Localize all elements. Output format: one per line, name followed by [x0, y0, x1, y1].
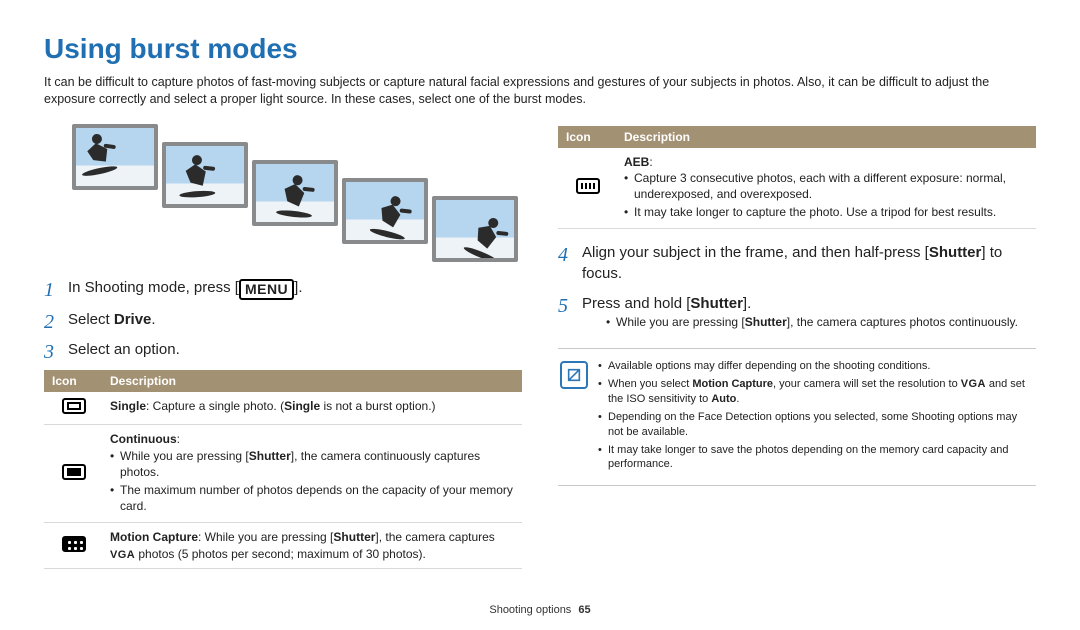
vga-label: VGA — [110, 548, 135, 563]
table-row: Motion Capture: While you are pressing [… — [44, 523, 522, 569]
step-3: Select an option. — [44, 340, 522, 360]
th-icon: Icon — [558, 126, 616, 148]
step-4: Align your subject in the frame, and the… — [558, 243, 1036, 284]
aeb-mode-icon — [576, 178, 600, 194]
options-table-left: Icon Description Single: Capture a singl… — [44, 370, 522, 569]
note-icon — [560, 361, 588, 389]
vga-label: VGA — [961, 377, 986, 392]
th-desc: Description — [616, 126, 1036, 148]
step-2: Select Drive. — [44, 310, 522, 330]
steps-left: In Shooting mode, press [MENU]. Select D… — [44, 278, 522, 361]
menu-button-icon: MENU — [239, 279, 294, 300]
step-5: Press and hold [Shutter]. While you are … — [558, 294, 1036, 330]
step-1: In Shooting mode, press [MENU]. — [44, 278, 522, 300]
th-icon: Icon — [44, 370, 102, 392]
table-row: Single: Capture a single photo. (Single … — [44, 392, 522, 425]
burst-illustration — [72, 124, 522, 262]
table-row: Continuous: While you are pressing [Shut… — [44, 425, 522, 523]
right-column: Icon Description AEB: Capture 3 consecut… — [558, 122, 1036, 570]
left-column: In Shooting mode, press [MENU]. Select D… — [44, 122, 522, 570]
snowboarder-icon — [450, 202, 515, 262]
intro-text: It can be difficult to capture photos of… — [44, 74, 1036, 108]
steps-right: Align your subject in the frame, and the… — [558, 243, 1036, 330]
note-box: Available options may differ depending o… — [558, 348, 1036, 486]
continuous-mode-icon — [62, 464, 86, 480]
snowboarder-icon — [73, 124, 132, 183]
single-mode-icon — [62, 398, 86, 414]
th-desc: Description — [102, 370, 522, 392]
motion-capture-mode-icon — [62, 536, 86, 552]
table-row: AEB: Capture 3 consecutive photos, each … — [558, 148, 1036, 229]
snowboarder-icon — [172, 148, 225, 201]
snowboarder-icon — [359, 184, 420, 243]
options-table-right: Icon Description AEB: Capture 3 consecut… — [558, 126, 1036, 230]
page-footer: Shooting options 65 — [0, 603, 1080, 618]
snowboarder-icon — [268, 167, 323, 222]
page-title: Using burst modes — [44, 30, 1036, 68]
